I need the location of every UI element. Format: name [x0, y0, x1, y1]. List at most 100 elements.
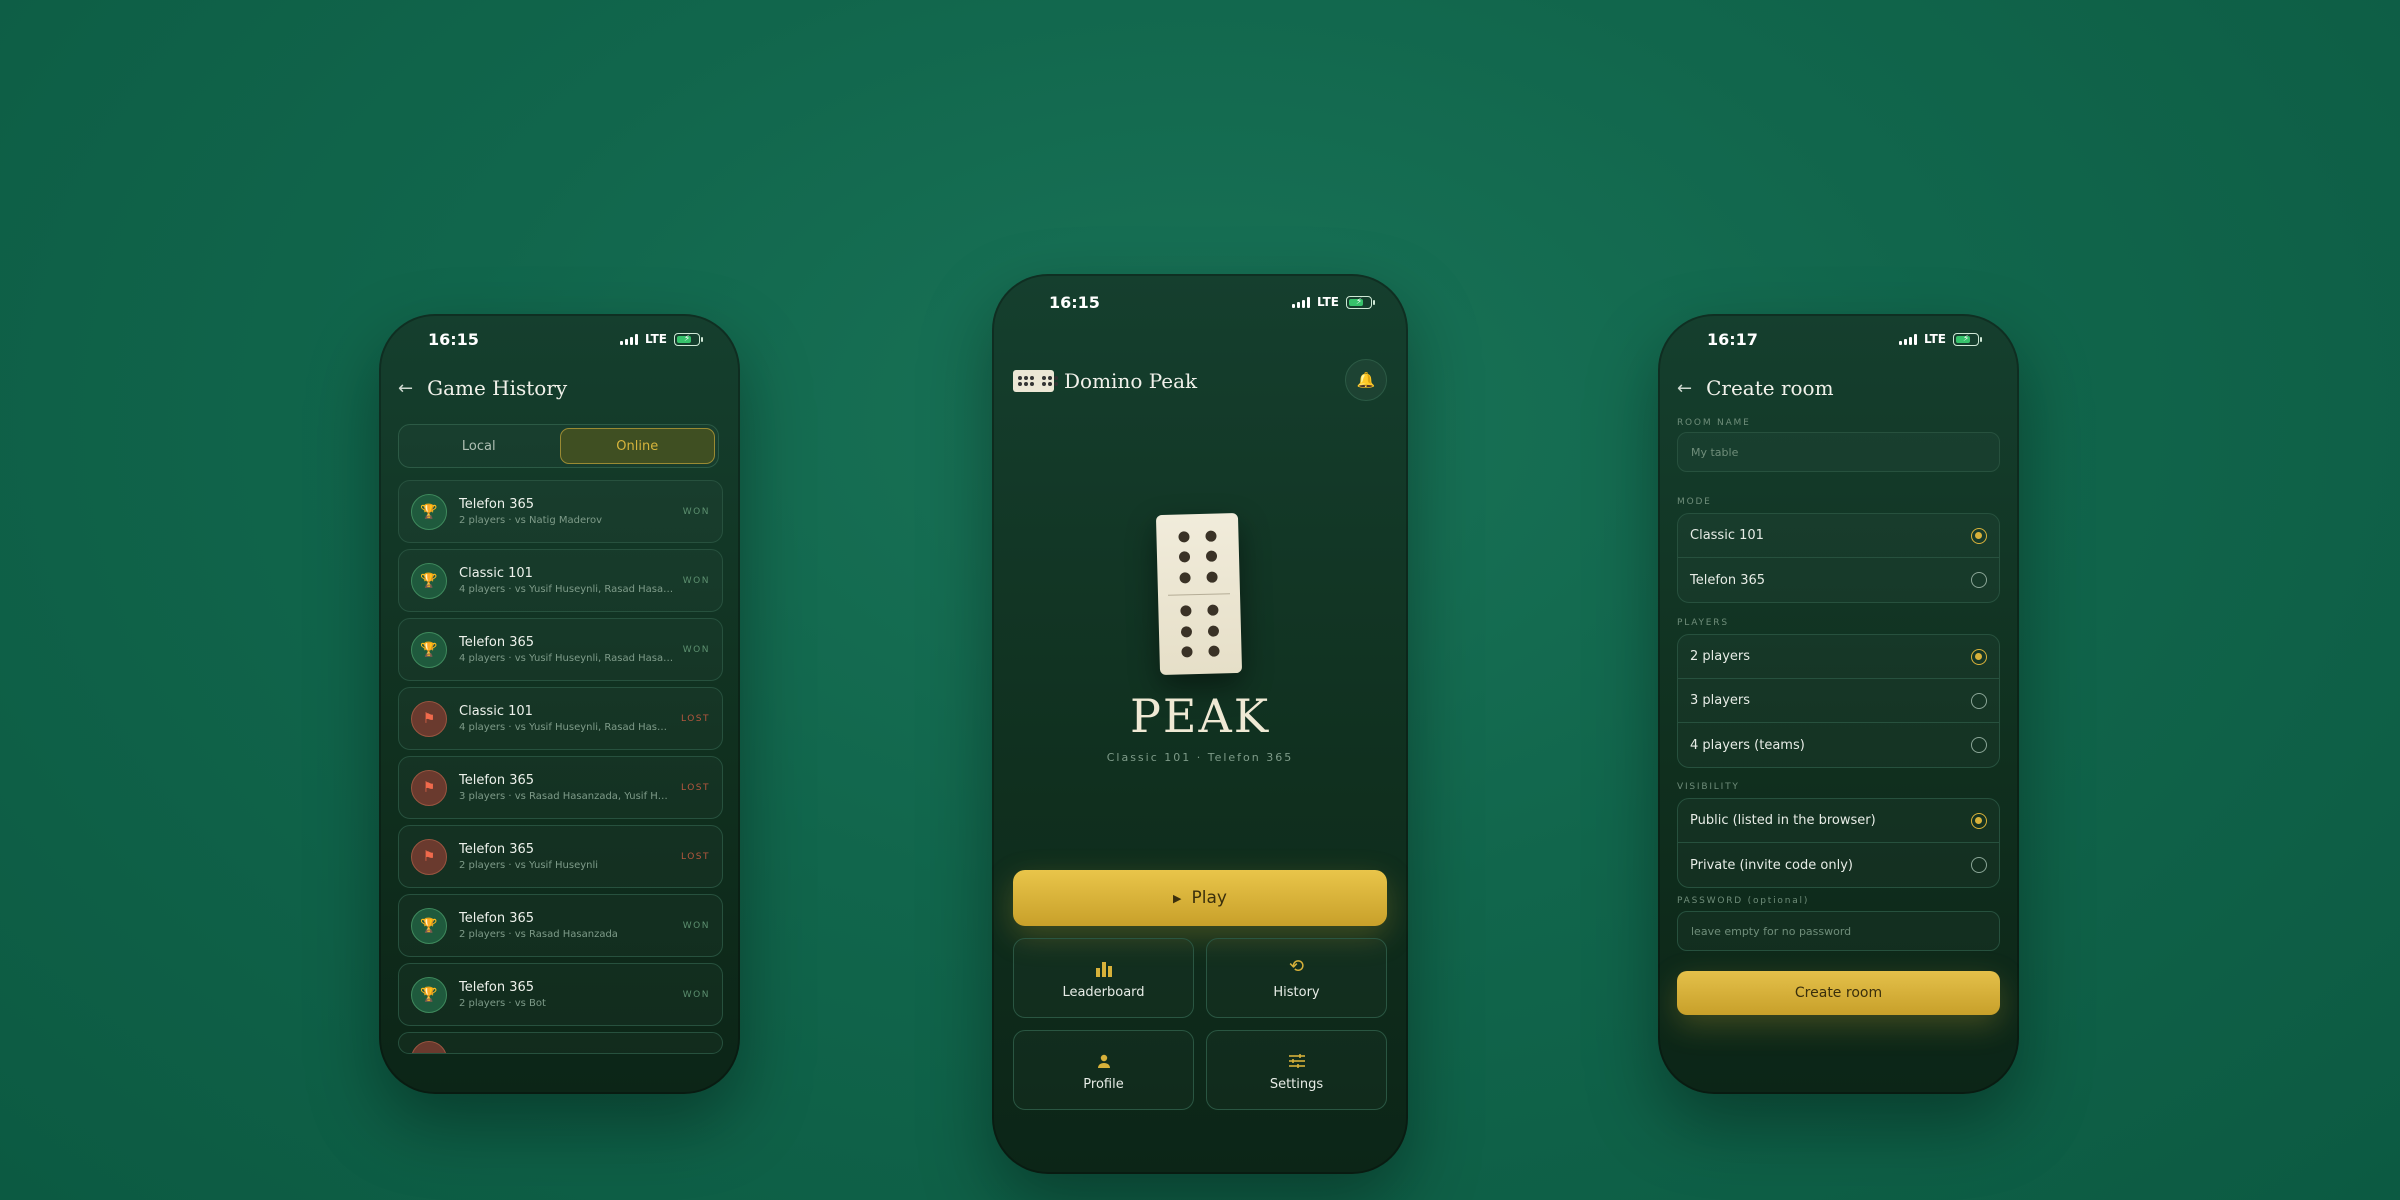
back-arrow-icon[interactable]: ← [1677, 378, 1692, 399]
flag-icon: ⚑ [411, 700, 447, 737]
history-card[interactable]: 🏆 Telefon 365 2 players · vs Natig Maderov… [398, 480, 723, 543]
history-detail: 4 players · vs Yusif Huseynli, Rasad Has… [459, 584, 675, 595]
history-mode: Telefon 365 [459, 980, 535, 995]
history-card[interactable]: ⚑ Telefon 365 3 players · vs Rasad Hasanza… [398, 756, 723, 819]
history-card[interactable]: ⚑ Telefon 365 2 players · vs Yusif Huseynl… [398, 825, 723, 888]
radio-selected-icon[interactable] [1971, 527, 1987, 544]
profile-button[interactable]: Profile [1013, 1030, 1194, 1110]
players-option[interactable]: 2 players [1678, 635, 1999, 679]
mode-option-label: Telefon 365 [1690, 572, 1766, 588]
visibility-option[interactable]: Public (listed in the browser) [1678, 799, 1999, 843]
result-badge: WON [682, 989, 710, 1000]
history-label: History [1273, 984, 1320, 1000]
back-arrow-icon[interactable]: ← [398, 378, 413, 399]
trophy-icon: 🏆 [411, 907, 447, 944]
result-badge: WON [682, 575, 710, 586]
radio-unselected-icon[interactable] [1971, 692, 1987, 709]
room-name-input[interactable]: My table [1677, 432, 2000, 472]
settings-label: Settings [1269, 1076, 1324, 1092]
settings-button[interactable]: Settings [1206, 1030, 1387, 1110]
game-modes-subtitle: Classic 101 · Telefon 365 [1106, 751, 1294, 764]
status-bar: 16:15 LTE ⚡ [992, 274, 1408, 330]
create-room-screen: 16:17 LTE ⚡ ← Create room ROOM NAME My t… [1658, 314, 2019, 1094]
play-icon: ▶ [1173, 891, 1182, 905]
radio-selected-icon[interactable] [1971, 812, 1987, 829]
trophy-icon: 🏆 [411, 562, 447, 599]
visibility-option[interactable]: Private (invite code only) [1678, 843, 1999, 887]
network-type: LTE [644, 332, 667, 346]
create-room-button[interactable]: Create room [1677, 971, 2000, 1015]
notifications-bell-icon[interactable]: 🔔 [1345, 359, 1387, 401]
history-card-text: Telefon 365 2 players · vs Bot [459, 980, 675, 1009]
history-detail: 4 players · vs Yusif Huseynli, Rasad Has… [459, 722, 673, 733]
visibility-option-label: Private (invite code only) [1690, 857, 1853, 873]
trophy-icon: 🏆 [411, 976, 447, 1013]
history-detail: 2 players · vs Yusif Huseynli [459, 860, 599, 871]
radio-selected-icon[interactable] [1971, 648, 1987, 665]
play-button[interactable]: ▶ Play [1013, 870, 1387, 926]
result-badge: WON [682, 920, 710, 931]
mode-option[interactable]: Classic 101 [1678, 514, 1999, 558]
app-brand: Domino Peak [1013, 369, 1197, 393]
players-option-label: 3 players [1690, 693, 1751, 708]
password-input[interactable]: leave empty for no password [1677, 911, 2000, 951]
history-card-text: Classic 101 4 players · vs Yusif Huseynli… [459, 566, 675, 595]
mode-options: Classic 101 Telefon 365 [1677, 513, 2000, 603]
visibility-label: VISIBILITY [1677, 782, 1740, 792]
mode-option[interactable]: Telefon 365 [1678, 558, 1999, 602]
home-screen: 16:15 LTE ⚡ Domino Peak 🔔 PEAK Classic 1… [992, 274, 1408, 1174]
radio-unselected-icon[interactable] [1971, 857, 1987, 873]
history-card-text: Telefon 365 2 players · vs Yusif Huseynli [459, 842, 673, 871]
history-card[interactable]: 🏆 Telefon 365 2 players · vs Bot WON [398, 963, 723, 1026]
history-icon: ⟲ [1288, 955, 1305, 977]
history-detail: 2 players · vs Natig Maderov [459, 515, 603, 526]
app-name: Domino Peak [1064, 369, 1198, 393]
tab-online[interactable]: Online [559, 428, 715, 464]
history-card[interactable]: 🏆 Telefon 365 2 players · vs Rasad Hasanza… [398, 894, 723, 957]
history-mode: Telefon 365 [459, 842, 535, 857]
main-menu: Leaderboard ⟲ History Profile Settings [1013, 938, 1387, 1110]
history-detail: 2 players · vs Bot [459, 998, 546, 1009]
history-mode: Classic 101 [459, 704, 533, 719]
play-label: Play [1191, 888, 1227, 908]
logo-wordmark: PEAK [1129, 689, 1271, 743]
result-badge: LOST [681, 713, 710, 724]
players-label: PLAYERS [1677, 618, 1729, 628]
history-button[interactable]: ⟲ History [1206, 938, 1387, 1018]
history-card[interactable]: ⚑ Classic 101 4 players · vs Yusif Huseynl… [398, 687, 723, 750]
history-tabs: Local Online [398, 424, 719, 468]
battery-icon: ⚡ [1953, 332, 1982, 346]
header: ← Game History [398, 376, 567, 400]
history-card-text: Classic 101 4 players · vs Yusif Huseynli… [459, 704, 673, 733]
result-badge: WON [682, 506, 710, 517]
result-badge: LOST [681, 851, 710, 862]
history-card[interactable] [398, 1032, 723, 1054]
players-option-label: 2 players [1690, 649, 1751, 664]
page-title: Create room [1706, 376, 1834, 400]
result-badge: LOST [681, 782, 710, 793]
network-type: LTE [1316, 295, 1339, 309]
page-title: Game History [427, 376, 568, 400]
battery-icon: ⚡ [674, 332, 703, 346]
radio-unselected-icon[interactable] [1971, 737, 1987, 753]
tab-local[interactable]: Local [402, 428, 556, 464]
network-type: LTE [1923, 332, 1946, 346]
history-detail: 2 players · vs Rasad Hasanzada [459, 929, 618, 940]
flag-icon: ⚑ [411, 769, 447, 806]
players-option[interactable]: 3 players [1678, 679, 1999, 723]
leaderboard-button[interactable]: Leaderboard [1013, 938, 1194, 1018]
sliders-icon [1288, 1049, 1306, 1069]
radio-unselected-icon[interactable] [1971, 572, 1987, 588]
room-name-label: ROOM NAME [1677, 418, 1751, 428]
players-option[interactable]: 4 players (teams) [1678, 723, 1999, 767]
mode-option-label: Classic 101 [1690, 528, 1764, 543]
history-card[interactable]: 🏆 Classic 101 4 players · vs Yusif Huseynl… [398, 549, 723, 612]
history-card-text: Telefon 365 3 players · vs Rasad Hasanzad… [459, 773, 673, 802]
bar-chart-icon [1095, 957, 1112, 977]
mode-label: MODE [1677, 497, 1712, 507]
history-detail: 3 players · vs Rasad Hasanzada, Yusif Hu… [459, 791, 673, 802]
game-history-screen: 16:15 LTE ⚡ ← Game History Local Online … [379, 314, 740, 1094]
history-card[interactable]: 🏆 Telefon 365 4 players · vs Yusif Huseynl… [398, 618, 723, 681]
battery-icon: ⚡ [1346, 295, 1375, 309]
visibility-options: Public (listed in the browser) Private (… [1677, 798, 2000, 888]
